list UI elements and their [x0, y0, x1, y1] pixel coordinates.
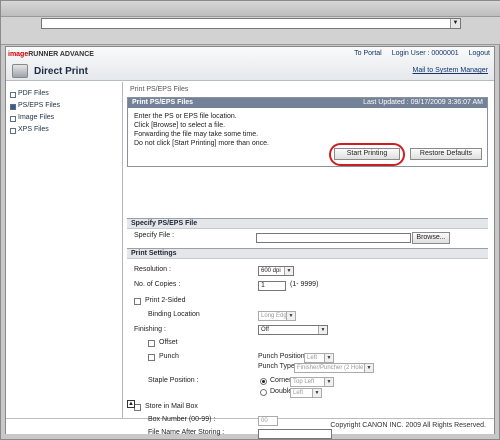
title-row: Direct Print Mail to System Manager [6, 63, 494, 81]
finishing-value: Off [261, 327, 269, 333]
store-in-mail-box-label: Store in Mail Box [145, 403, 198, 410]
instructions: Enter the PS or EPS file location. Click… [128, 108, 487, 148]
offset-checkbox[interactable] [148, 340, 155, 347]
file-name-input[interactable] [258, 429, 332, 439]
box-number-value: 00 [261, 418, 268, 424]
address-dropdown-icon[interactable]: ▼ [450, 19, 460, 28]
double-radio[interactable] [260, 389, 267, 396]
copies-label: No. of Copies : [134, 281, 181, 288]
instruction-line: Enter the PS or EPS file location. [134, 113, 237, 120]
finishing-select[interactable]: Off ▼ [258, 325, 328, 335]
top-links: To Portal Login User : 0000001 Logout [346, 50, 490, 57]
punch-position-select[interactable]: Left ▼ [304, 353, 334, 363]
chevron-down-icon: ▼ [284, 267, 293, 275]
address-bar[interactable]: ▼ [41, 18, 461, 29]
store-in-mail-box-checkbox[interactable] [134, 404, 141, 411]
print-2-sided-checkbox[interactable] [134, 298, 141, 305]
mail-to-system-manager-link[interactable]: Mail to System Manager [413, 67, 488, 74]
logo-name: RUNNER ADVANCE [28, 51, 94, 58]
resolution-value: 600 dpi [261, 268, 281, 274]
footer: Copyright CANON INC. 2009 All Rights Res… [6, 418, 494, 434]
logo-prefix: image [8, 51, 29, 58]
specify-file-label: Specify File : [134, 232, 175, 239]
printer-icon [12, 64, 28, 78]
instruction-line: Forwarding the file may take some time. [134, 131, 259, 138]
logout-link[interactable]: Logout [469, 50, 490, 57]
main-panel: Print PS/EPS Files Print PS/EPS Files La… [124, 82, 494, 418]
sidebar-item-ps-eps-files[interactable]: PS/EPS Files [6, 100, 122, 112]
chevron-down-icon: ▼ [318, 326, 327, 334]
restore-defaults-button[interactable]: Restore Defaults [410, 148, 482, 160]
punch-type-select[interactable]: Finisher/Puncher (2 Hole) ▼ [294, 363, 374, 373]
breadcrumb: Print PS/EPS Files [130, 86, 189, 93]
file-name-label: File Name After Storing : [148, 429, 225, 436]
instruction-line: Click [Browse] to select a file. [134, 122, 226, 129]
box-number-label: Box Number (00-99) : [148, 416, 216, 423]
specify-file-header: Specify PS/EPS File [127, 218, 488, 229]
double-value: Left [293, 390, 304, 396]
binding-location-label: Binding Location [148, 311, 200, 318]
corner-value: Top Left [293, 379, 315, 385]
print-settings-header: Print Settings [127, 248, 488, 259]
print-panel: Print PS/EPS Files Last Updated : 09/17/… [127, 97, 488, 167]
sidebar: PDF Files PS/EPS Files Image Files XPS F… [6, 82, 123, 418]
browse-button[interactable]: Browse... [412, 232, 450, 244]
staple-position-label: Staple Position : [148, 377, 199, 384]
chevron-down-icon: ▼ [312, 389, 321, 397]
offset-label: Offset [159, 339, 178, 346]
chevron-down-icon: ▼ [286, 312, 295, 320]
punch-position-label: Punch Position [258, 353, 305, 360]
instruction-line: Do not click [Start Printing] more than … [134, 140, 270, 147]
double-select[interactable]: Left ▼ [290, 388, 322, 398]
print-panel-title: Print PS/EPS Files [132, 99, 194, 106]
chevron-down-icon: ▼ [364, 364, 373, 372]
logo: imageRUNNER ADVANCE [8, 51, 94, 58]
corner-radio[interactable] [260, 378, 267, 385]
punch-position-value: Left [307, 355, 318, 361]
punch-label: Punch [159, 353, 179, 360]
binding-location-select[interactable]: Long Edge ▼ [258, 311, 296, 321]
page-title: Direct Print [34, 66, 88, 77]
page-content: imageRUNNER ADVANCE To Portal Login User… [5, 46, 495, 439]
copies-range: (1- 9999) [290, 281, 319, 288]
finishing-label: Finishing : [134, 326, 166, 333]
corner-label: Corner [270, 377, 292, 384]
punch-checkbox[interactable] [148, 354, 155, 361]
double-label: Double [270, 388, 293, 395]
header: imageRUNNER ADVANCE To Portal Login User… [6, 47, 494, 81]
chevron-down-icon: ▼ [324, 378, 333, 386]
print-panel-header: Print PS/EPS Files Last Updated : 09/17/… [128, 98, 487, 108]
back-to-top-icon[interactable]: ▲ [127, 400, 135, 408]
sidebar-item-image-files[interactable]: Image Files [6, 112, 122, 124]
resolution-label: Resolution : [134, 266, 171, 273]
corner-select[interactable]: Top Left ▼ [290, 377, 334, 387]
copyright: Copyright CANON INC. 2009 All Rights Res… [330, 422, 486, 429]
last-updated: Last Updated : 09/17/2009 3:36:07 AM [363, 99, 483, 106]
sidebar-item-xps-files[interactable]: XPS Files [6, 124, 122, 136]
print-2-sided-label: Print 2-Sided [145, 297, 186, 304]
copies-input[interactable]: 1 [258, 281, 286, 291]
to-portal-link[interactable]: To Portal [354, 50, 382, 57]
start-printing-button[interactable]: Start Printing [334, 148, 400, 160]
browser-toolbar [1, 1, 500, 17]
punch-type-label: Punch Type [258, 363, 295, 370]
punch-type-value: Finisher/Puncher (2 Hole) [297, 365, 366, 371]
specify-file-input[interactable] [256, 233, 411, 243]
sidebar-item-pdf-files[interactable]: PDF Files [6, 88, 122, 100]
browser-window: ▼ imageRUNNER ADVANCE To Portal Login Us… [0, 0, 500, 440]
resolution-select[interactable]: 600 dpi ▼ [258, 266, 294, 276]
chevron-down-icon: ▼ [324, 354, 333, 362]
login-user: Login User : 0000001 [391, 50, 459, 57]
box-number-select[interactable]: 00 [258, 416, 278, 426]
